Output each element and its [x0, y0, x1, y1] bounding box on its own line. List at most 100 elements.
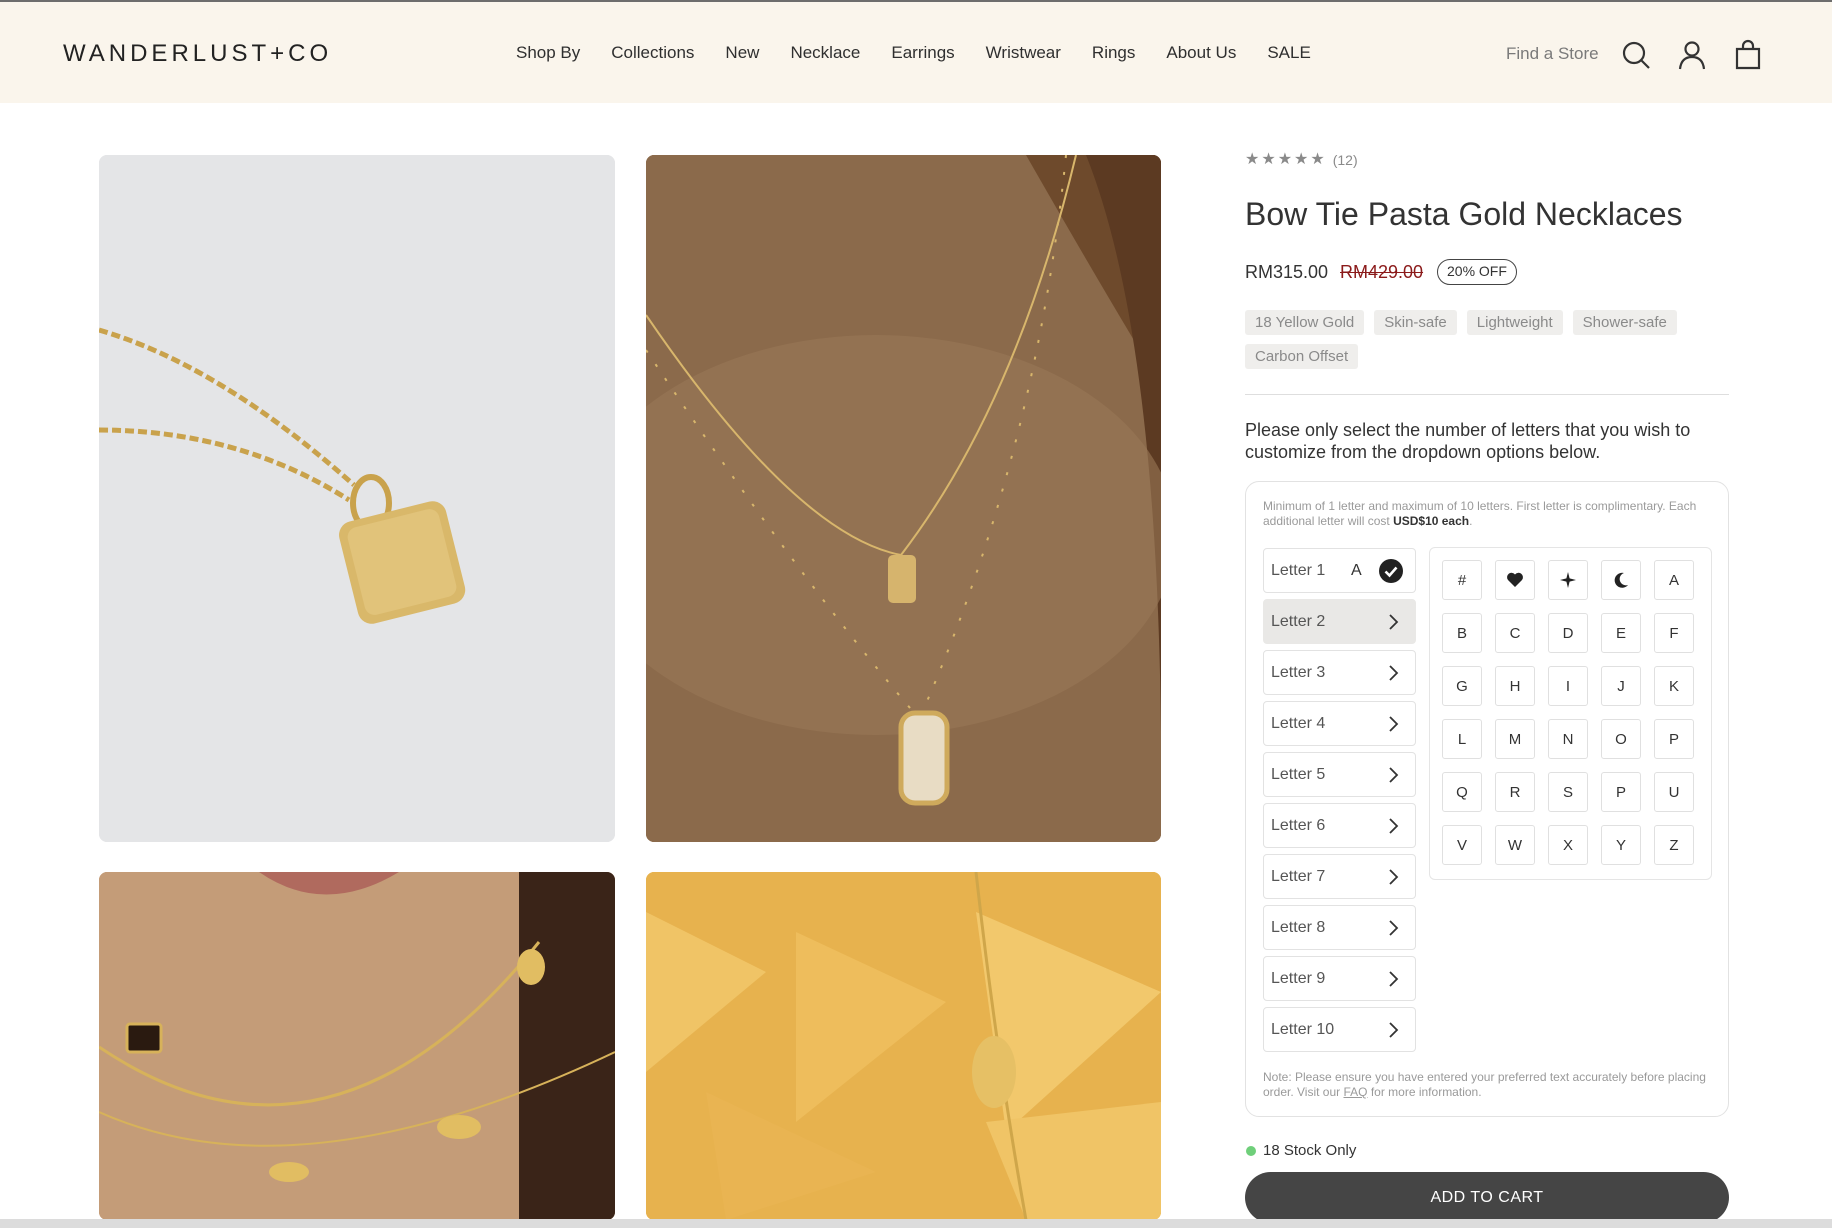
- nav-shop-by[interactable]: Shop By: [516, 43, 580, 63]
- char-option[interactable]: F: [1654, 613, 1694, 653]
- character-picker: # A B C D E F G H I J K L M N O P Q R S P U V W X Y Z: [1429, 547, 1712, 880]
- char-option[interactable]: A: [1654, 560, 1694, 600]
- char-option[interactable]: C: [1495, 613, 1535, 653]
- find-store-link[interactable]: Find a Store: [1506, 44, 1599, 64]
- char-option[interactable]: G: [1442, 666, 1482, 706]
- horizontal-scrollbar[interactable]: [0, 1219, 1832, 1228]
- letter-slot-7[interactable]: Letter 7: [1263, 854, 1416, 899]
- char-option[interactable]: V: [1442, 825, 1482, 865]
- nav-rings[interactable]: Rings: [1092, 43, 1135, 63]
- product-tags: 18 Yellow Gold Skin-safe Lightweight Sho…: [1245, 310, 1715, 369]
- note-text: Minimum of 1 letter and maximum of 10 le…: [1263, 499, 1697, 528]
- letter-slot-label: Letter 1: [1271, 561, 1326, 579]
- product-photo-pasta[interactable]: [646, 872, 1161, 1220]
- letter-slot-label: Letter 2: [1271, 612, 1326, 630]
- char-option-sparkle-icon[interactable]: [1548, 560, 1588, 600]
- nav-new[interactable]: New: [725, 43, 759, 63]
- char-option[interactable]: U: [1654, 772, 1694, 812]
- letter-slot-label: Letter 9: [1271, 969, 1326, 987]
- letter-slot-list: Letter 1 A Letter 2 Letter 3 Letter 4 Le…: [1263, 548, 1416, 1058]
- char-option[interactable]: Z: [1654, 825, 1694, 865]
- chevron-right-icon: [1389, 767, 1399, 783]
- char-option[interactable]: M: [1495, 719, 1535, 759]
- note-suffix: for more information.: [1367, 1085, 1482, 1099]
- char-option-heart-icon[interactable]: [1495, 560, 1535, 600]
- stock-status: 18 Stock Only: [1246, 1142, 1356, 1159]
- letter-slot-label: Letter 3: [1271, 663, 1326, 681]
- char-option[interactable]: I: [1548, 666, 1588, 706]
- star-icon: ★: [1245, 151, 1260, 168]
- char-option[interactable]: K: [1654, 666, 1694, 706]
- tag-lightweight: Lightweight: [1466, 310, 1563, 335]
- char-option[interactable]: X: [1548, 825, 1588, 865]
- char-option-moon-icon[interactable]: [1601, 560, 1641, 600]
- letter-slot-1[interactable]: Letter 1 A: [1263, 548, 1416, 593]
- note-suffix: .: [1469, 514, 1473, 528]
- char-option[interactable]: D: [1548, 613, 1588, 653]
- letter-slot-8[interactable]: Letter 8: [1263, 905, 1416, 950]
- char-option[interactable]: #: [1442, 560, 1482, 600]
- star-icon: ★: [1294, 151, 1309, 168]
- nav-necklace[interactable]: Necklace: [790, 43, 860, 63]
- letter-slot-3[interactable]: Letter 3: [1263, 650, 1416, 695]
- letter-slot-label: Letter 4: [1271, 714, 1326, 732]
- cart-icon[interactable]: [1732, 39, 1764, 71]
- site-header: WANDERLUST+CO Shop By Collections New Ne…: [0, 2, 1832, 103]
- nav-sale[interactable]: SALE: [1267, 43, 1310, 63]
- chevron-right-icon: [1389, 971, 1399, 987]
- char-option[interactable]: Q: [1442, 772, 1482, 812]
- original-price: RM429.00: [1340, 262, 1424, 282]
- brand-logo[interactable]: WANDERLUST+CO: [63, 40, 332, 68]
- rating[interactable]: ★ ★ ★ ★ ★ (12): [1245, 151, 1358, 169]
- review-count[interactable]: (12): [1333, 152, 1358, 168]
- star-icon: ★: [1277, 151, 1293, 168]
- letter-slot-4[interactable]: Letter 4: [1263, 701, 1416, 746]
- star-icon: ★: [1261, 151, 1276, 168]
- letter-slot-9[interactable]: Letter 9: [1263, 956, 1416, 1001]
- char-option[interactable]: H: [1495, 666, 1535, 706]
- main-nav: Shop By Collections New Necklace Earring…: [516, 43, 1311, 63]
- char-option[interactable]: P: [1654, 719, 1694, 759]
- nav-about-us[interactable]: About Us: [1166, 43, 1236, 63]
- chevron-right-icon: [1389, 665, 1399, 681]
- search-icon[interactable]: [1620, 39, 1652, 71]
- add-to-cart-button[interactable]: ADD TO CART: [1245, 1172, 1729, 1223]
- chevron-right-icon: [1389, 818, 1399, 834]
- char-option[interactable]: S: [1548, 772, 1588, 812]
- stock-indicator-dot: [1246, 1145, 1256, 1156]
- letter-slot-label: Letter 8: [1271, 918, 1326, 936]
- product-photo-model-chain[interactable]: [99, 872, 615, 1220]
- char-option[interactable]: E: [1601, 613, 1641, 653]
- account-icon[interactable]: [1676, 39, 1708, 71]
- char-option[interactable]: L: [1442, 719, 1482, 759]
- nav-collections[interactable]: Collections: [611, 43, 694, 63]
- char-option[interactable]: R: [1495, 772, 1535, 812]
- char-option[interactable]: Y: [1601, 825, 1641, 865]
- product-photo-pendant[interactable]: [99, 155, 615, 842]
- char-option[interactable]: N: [1548, 719, 1588, 759]
- letter-slot-5[interactable]: Letter 5: [1263, 752, 1416, 797]
- letter-slot-value: A: [1351, 561, 1362, 579]
- note-text: Note: Please ensure you have entered you…: [1263, 1070, 1706, 1099]
- chevron-right-icon: [1389, 1022, 1399, 1038]
- char-option[interactable]: O: [1601, 719, 1641, 759]
- letter-slot-label: Letter 5: [1271, 765, 1326, 783]
- chevron-right-icon: [1389, 614, 1399, 630]
- char-option[interactable]: B: [1442, 613, 1482, 653]
- faq-link[interactable]: FAQ: [1343, 1085, 1367, 1099]
- customize-instructions: Please only select the number of letters…: [1245, 420, 1691, 462]
- char-option[interactable]: W: [1495, 825, 1535, 865]
- chevron-right-icon: [1389, 716, 1399, 732]
- letter-slot-6[interactable]: Letter 6: [1263, 803, 1416, 848]
- letter-limit-note: Minimum of 1 letter and maximum of 10 le…: [1263, 499, 1713, 529]
- note-price: USD$10 each: [1393, 514, 1470, 528]
- discount-badge: 20% OFF: [1437, 259, 1517, 285]
- sale-price: RM315.00: [1245, 262, 1329, 282]
- nav-wristwear[interactable]: Wristwear: [986, 43, 1061, 63]
- nav-earrings[interactable]: Earrings: [891, 43, 954, 63]
- letter-slot-2[interactable]: Letter 2: [1263, 599, 1416, 644]
- char-option[interactable]: P: [1601, 772, 1641, 812]
- char-option[interactable]: J: [1601, 666, 1641, 706]
- letter-slot-10[interactable]: Letter 10: [1263, 1007, 1416, 1052]
- product-photo-model-neck[interactable]: [646, 155, 1161, 842]
